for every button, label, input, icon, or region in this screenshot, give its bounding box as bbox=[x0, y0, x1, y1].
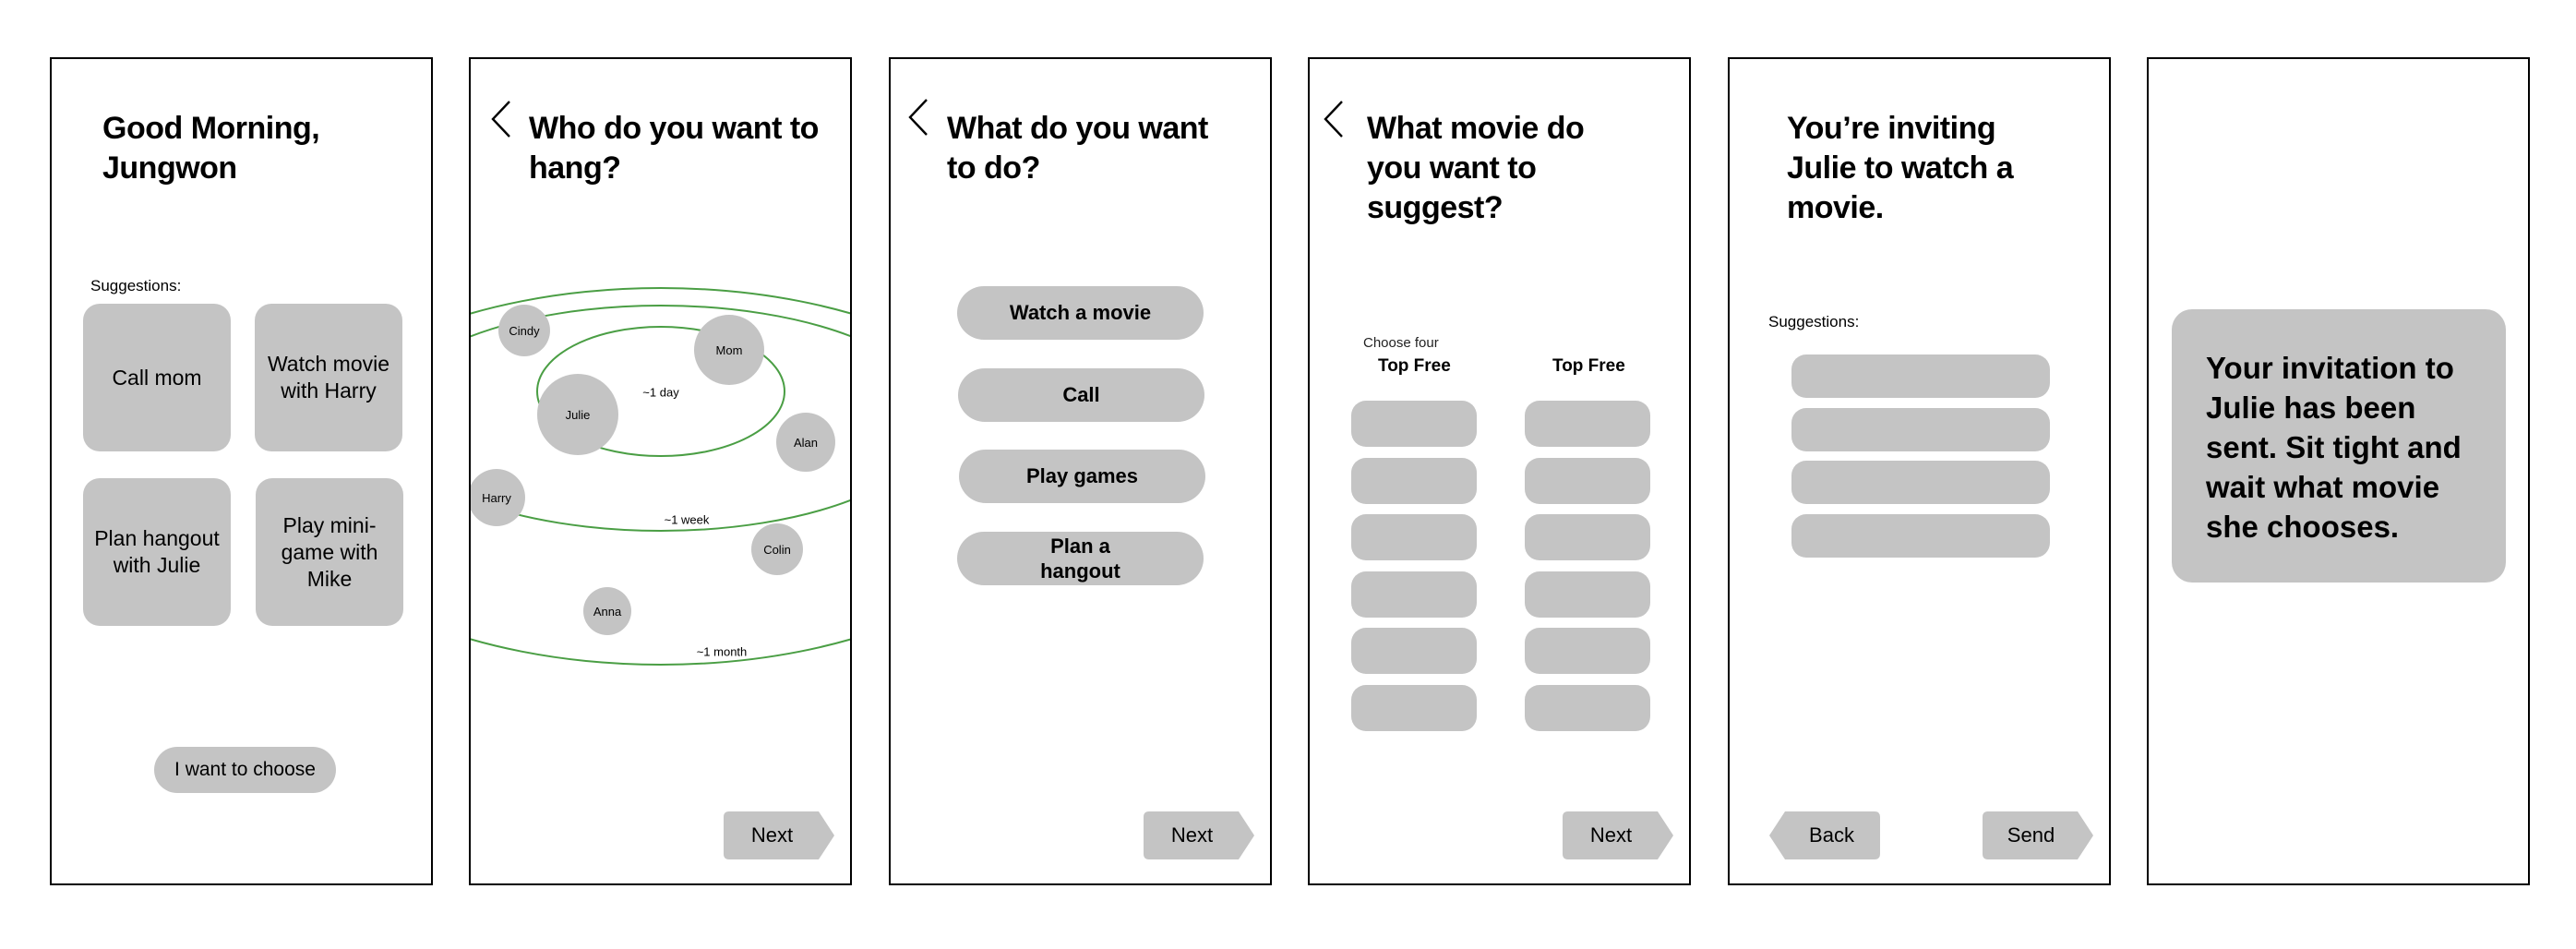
screen-home: Good Morning, Jungwon Suggestions: Call … bbox=[50, 57, 433, 885]
column-heading-left: Top Free bbox=[1378, 356, 1451, 376]
button-label: Next bbox=[1589, 823, 1633, 847]
orbit-label-week: ~1 week bbox=[664, 512, 710, 527]
option-watch-movie[interactable]: Watch a movie bbox=[957, 286, 1204, 340]
option-label: Watch a movie bbox=[1009, 301, 1152, 324]
screen-invite: You’re inviting Julie to watch a movie. … bbox=[1728, 57, 2111, 885]
person-name: Alan bbox=[793, 435, 819, 450]
orbit-rings bbox=[471, 287, 850, 666]
invite-title: You’re inviting Julie to watch a movie. bbox=[1787, 111, 2014, 225]
movie-slot[interactable] bbox=[1525, 457, 1650, 504]
option-plan-hangout[interactable]: Plan a hangout bbox=[957, 532, 1204, 585]
suggestion-slot[interactable] bbox=[1791, 407, 2050, 451]
person-harry[interactable]: Harry bbox=[471, 469, 525, 526]
movie-slot[interactable] bbox=[1351, 514, 1477, 561]
suggestion-tile-label: Call mom bbox=[112, 365, 202, 390]
next-button[interactable]: Next bbox=[1563, 811, 1673, 859]
option-call[interactable]: Call bbox=[958, 368, 1204, 422]
movie-slot[interactable] bbox=[1525, 571, 1650, 618]
what-title: What do you want to do? bbox=[947, 111, 1208, 186]
person-name: Anna bbox=[593, 604, 622, 619]
movie-slot[interactable] bbox=[1351, 685, 1477, 731]
screen-who: Who do you want to hang? ~1 day ~1 week … bbox=[469, 57, 852, 885]
suggestions-label: Suggestions: bbox=[1768, 313, 1860, 330]
confirmation-card: Your invitation to Julie has been sent. … bbox=[2172, 309, 2506, 583]
screen-what: What do you want to do? Watch a movie Ca… bbox=[889, 57, 1272, 885]
person-name: Mom bbox=[715, 342, 743, 357]
movie-slot[interactable] bbox=[1351, 401, 1477, 447]
movie-slot[interactable] bbox=[1525, 685, 1650, 731]
choose-four-hint: Choose four bbox=[1363, 335, 1439, 351]
option-play-games[interactable]: Play games bbox=[959, 450, 1205, 503]
column-heading-right: Top Free bbox=[1552, 356, 1625, 376]
movie-slot[interactable] bbox=[1525, 401, 1650, 447]
suggestions-label: Suggestions: bbox=[90, 277, 182, 294]
suggestion-tile-play-minigame[interactable]: Play mini-game with Mike bbox=[256, 478, 403, 626]
person-mom[interactable]: Mom bbox=[694, 315, 764, 385]
button-label: Next bbox=[1170, 823, 1214, 847]
next-button[interactable]: Next bbox=[724, 811, 834, 859]
person-name: Harry bbox=[482, 490, 511, 505]
movie-title: What movie do you want to suggest? bbox=[1367, 111, 1585, 225]
suggestion-tile-label: Plan hangout with Julie bbox=[94, 526, 220, 577]
button-label: I want to choose bbox=[174, 759, 316, 780]
person-name: Colin bbox=[763, 542, 791, 557]
person-anna[interactable]: Anna bbox=[583, 587, 631, 635]
option-label: Plan a hangout bbox=[1040, 535, 1120, 583]
greeting-title: Good Morning, Jungwon bbox=[102, 111, 320, 186]
screen-sent: Your invitation to Julie has been sent. … bbox=[2147, 57, 2530, 885]
suggestion-slot[interactable] bbox=[1791, 513, 2050, 558]
movie-slot[interactable] bbox=[1351, 628, 1477, 675]
suggestion-tile-plan-hangout[interactable]: Plan hangout with Julie bbox=[83, 478, 231, 626]
button-label: Send bbox=[2007, 823, 2055, 847]
orbit-label-month: ~1 month bbox=[696, 644, 748, 659]
option-label: Play games bbox=[1025, 464, 1139, 487]
person-julie[interactable]: Julie bbox=[537, 374, 618, 455]
send-button[interactable]: Send bbox=[1983, 811, 2093, 859]
chevron-left-icon[interactable] bbox=[1320, 98, 1351, 140]
suggestion-tile-watch-movie[interactable]: Watch movie with Harry bbox=[255, 304, 402, 451]
movie-slot[interactable] bbox=[1351, 571, 1477, 618]
back-button[interactable]: Back bbox=[1769, 811, 1880, 859]
chevron-left-icon[interactable] bbox=[905, 96, 936, 138]
person-alan[interactable]: Alan bbox=[776, 413, 835, 472]
orbit-label-day: ~1 day bbox=[642, 385, 679, 400]
movie-slot[interactable] bbox=[1525, 514, 1650, 561]
movie-slot[interactable] bbox=[1351, 457, 1477, 504]
suggestion-slot[interactable] bbox=[1791, 354, 2050, 398]
suggestion-tile-call-mom[interactable]: Call mom bbox=[83, 304, 231, 451]
i-want-to-choose-button[interactable]: I want to choose bbox=[154, 747, 336, 793]
suggestion-slot[interactable] bbox=[1791, 461, 2050, 504]
next-button[interactable]: Next bbox=[1144, 811, 1254, 859]
movie-slot[interactable] bbox=[1525, 628, 1650, 675]
button-label: Next bbox=[750, 823, 794, 847]
option-label: Call bbox=[1062, 383, 1100, 406]
person-name: Julie bbox=[565, 407, 591, 422]
suggestion-tile-label: Play mini-game with Mike bbox=[281, 512, 378, 591]
suggestion-tile-label: Watch movie with Harry bbox=[267, 352, 390, 402]
person-cindy[interactable]: Cindy bbox=[498, 305, 550, 356]
screen-movie: What movie do you want to suggest? Choos… bbox=[1308, 57, 1691, 885]
button-label: Back bbox=[1809, 823, 1854, 847]
person-colin[interactable]: Colin bbox=[751, 523, 803, 575]
person-name: Cindy bbox=[509, 323, 540, 338]
confirmation-message: Your invitation to Julie has been sent. … bbox=[2206, 351, 2462, 544]
